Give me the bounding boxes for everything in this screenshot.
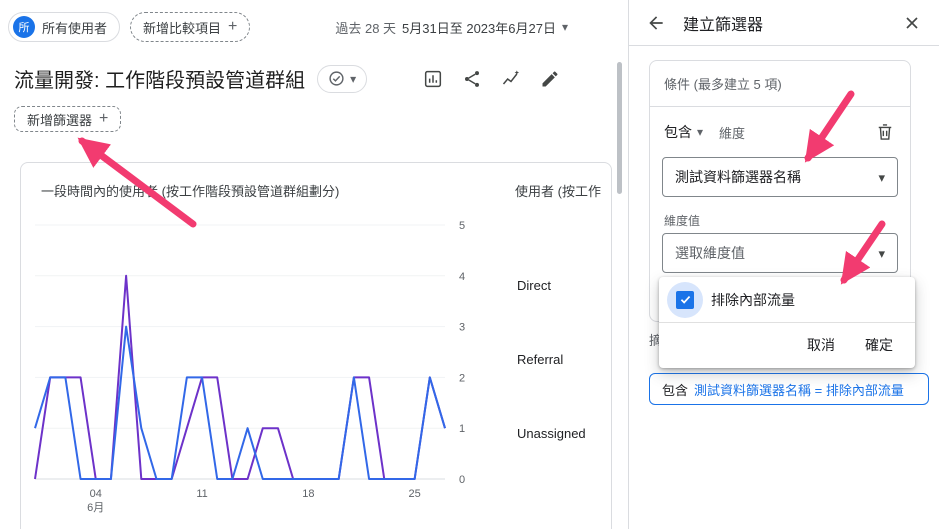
- menu-option-exclude-internal[interactable]: 排除內部流量: [659, 277, 915, 323]
- delete-condition-button[interactable]: [874, 121, 896, 143]
- summary-prefix: 包含: [662, 382, 689, 398]
- y-tick-label: 3: [459, 322, 465, 334]
- panel-title: 建立篩選器: [683, 16, 764, 34]
- data-quality-pill[interactable]: ▾: [317, 64, 368, 93]
- arrow-left-icon: [649, 15, 663, 30]
- dimension-select-value: 測試資料篩選器名稱: [675, 169, 801, 185]
- main-report-area: 所 所有使用者 新增比較項目 + 過去 28 天 5月31日至 2023年6月2…: [0, 0, 628, 529]
- line-chart-title: 一段時間內的使用者 (按工作階段預設管道群組劃分): [41, 184, 340, 199]
- edit-button[interactable]: [539, 68, 561, 90]
- line-blue-series: [34, 325, 446, 480]
- y-tick-label: 2: [459, 372, 465, 384]
- insights-icon: [502, 70, 520, 85]
- summary-value: 測試資料篩選器名稱 = 排除內部流量: [694, 382, 904, 398]
- condition-row: 包含 ▾ 維度: [650, 107, 910, 153]
- x-tick-label: 04: [90, 488, 102, 500]
- audience-label: 所有使用者: [42, 20, 108, 36]
- page-title: 流量開發: 工作階段預設管道群組: [14, 70, 306, 92]
- chevron-down-icon: ▾: [350, 71, 357, 86]
- audience-avatar: 所: [13, 16, 35, 38]
- plus-icon: +: [228, 18, 238, 35]
- confirm-button[interactable]: 確定: [865, 335, 893, 355]
- comparison-toolbar: 所 所有使用者 新增比較項目 + 過去 28 天 5月31日至 2023年6月2…: [0, 0, 628, 54]
- insights-button[interactable]: [500, 68, 522, 90]
- dimension-value-menu: 排除內部流量 取消 確定: [659, 277, 915, 368]
- add-filter-button[interactable]: 新增篩選器 +: [14, 106, 122, 132]
- dimension-value-label: 維度值: [664, 214, 701, 228]
- bar-category-label: Unassigned: [517, 426, 586, 441]
- share-button[interactable]: [461, 68, 483, 90]
- add-filter-container: 新增篩選器 +: [14, 106, 122, 132]
- date-range-picker[interactable]: 過去 28 天 5月31日至 2023年6月27日 ▾: [335, 18, 620, 37]
- close-button[interactable]: [901, 12, 923, 34]
- customize-chart-button[interactable]: [422, 68, 444, 90]
- x-tick-label: 18: [302, 488, 314, 500]
- bar-category-label: Referral: [517, 352, 564, 367]
- add-comparison-label: 新增比較項目: [143, 20, 222, 36]
- checkbox-halo: [667, 281, 703, 318]
- panel-header: 建立篩選器: [629, 0, 939, 46]
- chevron-down-icon: ▾: [697, 125, 704, 139]
- operator-dropdown[interactable]: 包含 ▾: [664, 122, 703, 142]
- trash-icon: [878, 124, 892, 140]
- option-label: 排除內部流量: [711, 291, 795, 308]
- y-tick-label: 4: [459, 271, 465, 283]
- menu-actions: 取消 確定: [659, 323, 915, 367]
- scrollbar-thumb[interactable]: [617, 62, 622, 194]
- chevron-down-icon: ▾: [878, 169, 885, 185]
- ga4-report-screen: 所 所有使用者 新增比較項目 + 過去 28 天 5月31日至 2023年6月2…: [0, 0, 939, 529]
- create-filter-panel: 建立篩選器 條件 (最多建立 5 項) 包含 ▾ 維度 測試資料篩選器名稱 ▾ …: [628, 0, 939, 529]
- audience-chip[interactable]: 所 所有使用者: [8, 12, 121, 42]
- x-tick-sublabel: 6月: [87, 502, 104, 514]
- y-tick-label: 0: [459, 474, 465, 486]
- bar-category-label: Direct: [517, 278, 551, 293]
- add-filter-label: 新增篩選器: [27, 112, 93, 128]
- pencil-icon: [542, 71, 558, 87]
- check-circle-icon: [329, 71, 344, 86]
- date-preset-label: 過去 28 天: [335, 20, 397, 36]
- close-icon: [906, 16, 918, 29]
- y-tick-label: 1: [459, 423, 465, 435]
- dimension-value-select[interactable]: 選取維度值 ▾: [662, 233, 898, 273]
- cancel-button[interactable]: 取消: [807, 335, 835, 355]
- dimension-select[interactable]: 測試資料篩選器名稱 ▾: [662, 157, 898, 197]
- add-comparison-button[interactable]: 新增比較項目 +: [130, 12, 251, 42]
- x-tick-label: 25: [409, 488, 421, 500]
- filter-summary-chip: 包含 測試資料篩選器名稱 = 排除內部流量: [649, 373, 929, 405]
- plus-icon: +: [99, 110, 109, 127]
- chevron-down-icon: ▾: [561, 20, 568, 34]
- condition-header: 條件 (最多建立 5 項): [650, 61, 910, 107]
- users-over-time-card: 一段時間內的使用者 (按工作階段預設管道群組劃分) 使用者 (按工作 5 4 3 2 1…: [20, 162, 612, 529]
- chevron-down-icon: ▾: [878, 245, 885, 261]
- dimension-field-label: 維度: [719, 125, 746, 141]
- users-line-chart: 5 4 3 2 1 0 04 6月 11 18 25: [34, 220, 465, 514]
- report-title-row: 流量開發: 工作階段預設管道群組 ▾: [14, 64, 368, 93]
- operator-label: 包含: [664, 124, 692, 140]
- date-range-label: 5月31日至 2023年6月27日: [402, 20, 556, 36]
- back-button[interactable]: [645, 12, 667, 34]
- check-icon: [680, 295, 690, 304]
- report-action-icons: [422, 68, 561, 90]
- bar-chart-categories: Direct Referral Unassigned: [517, 278, 586, 441]
- x-tick-label: 11: [196, 488, 207, 500]
- dimension-value-placeholder: 選取維度值: [675, 245, 745, 261]
- bar-chart-title: 使用者 (按工作: [515, 184, 601, 199]
- checkbox-checked[interactable]: [676, 290, 694, 309]
- y-tick-label: 5: [459, 220, 465, 232]
- chart-edit-icon: [424, 70, 442, 88]
- share-icon: [465, 71, 479, 87]
